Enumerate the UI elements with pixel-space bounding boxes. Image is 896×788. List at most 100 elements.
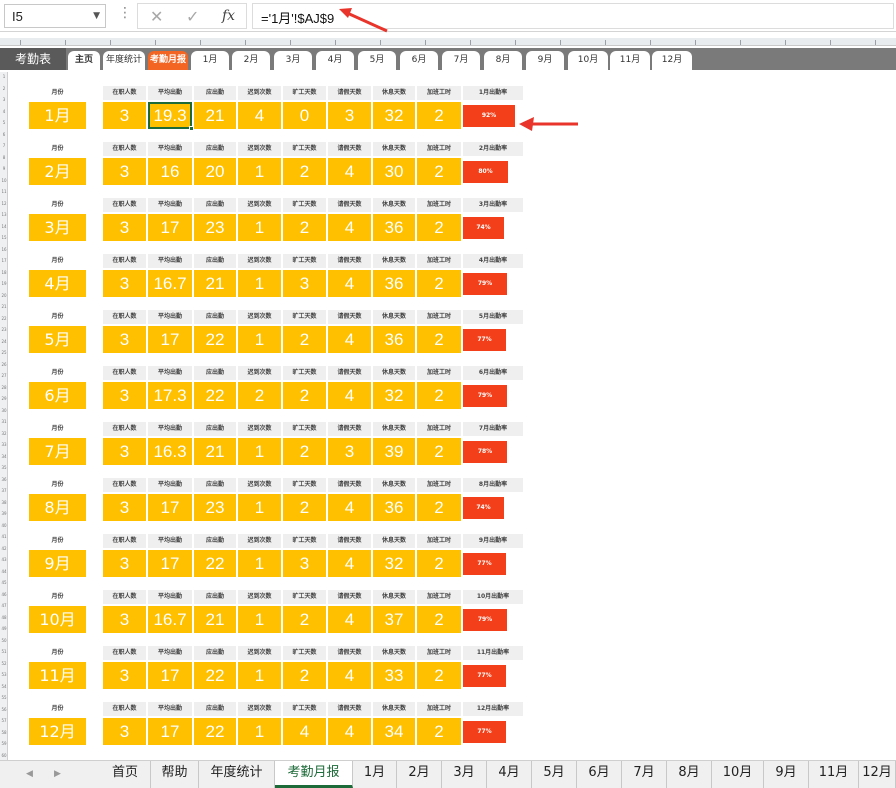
header-due[interactable]: 应出勤 (194, 366, 236, 380)
header-avg[interactable]: 平均出勤 (148, 534, 192, 548)
sheet-tab[interactable]: 1月 (353, 761, 397, 788)
nav-tab[interactable]: 6月 (400, 51, 438, 70)
header-due[interactable]: 应出勤 (194, 142, 236, 156)
header-absent[interactable]: 旷工天数 (283, 590, 326, 604)
header-staff[interactable]: 在职人数 (103, 534, 146, 548)
cell-due[interactable]: 22 (194, 550, 236, 577)
cell-avg[interactable]: 17 (148, 326, 192, 353)
name-box[interactable]: I5 ▼ (4, 4, 106, 28)
cell-due[interactable]: 23 (194, 214, 236, 241)
header-absent[interactable]: 旷工天数 (283, 366, 326, 380)
row-number[interactable]: 20 (0, 293, 8, 298)
header-rate[interactable]: 4月出勤率 (463, 254, 523, 268)
row-number[interactable]: 37 (0, 488, 8, 493)
header-late[interactable]: 迟到次数 (238, 366, 281, 380)
cell-month[interactable]: 2月 (29, 158, 86, 185)
header-due[interactable]: 应出勤 (194, 646, 236, 660)
header-overtime[interactable]: 加班工时 (417, 702, 461, 716)
sheet-tab[interactable]: 首页 (100, 761, 151, 788)
sheet-tab[interactable]: 7月 (622, 761, 667, 788)
cell-absent[interactable]: 2 (283, 606, 326, 633)
row-number[interactable]: 26 (0, 362, 8, 367)
header-month[interactable]: 月份 (29, 590, 86, 604)
header-month[interactable]: 月份 (29, 478, 86, 492)
row-number[interactable]: 48 (0, 615, 8, 620)
nav-tab[interactable]: 2月 (232, 51, 270, 70)
row-number[interactable]: 27 (0, 373, 8, 378)
cell-rest[interactable]: 30 (373, 158, 415, 185)
header-rest[interactable]: 休息天数 (373, 86, 415, 100)
cell-late[interactable]: 2 (238, 382, 281, 409)
header-staff[interactable]: 在职人数 (103, 254, 146, 268)
attendance-rate-bar[interactable]: 92% (463, 105, 515, 127)
cell-rest[interactable]: 37 (373, 606, 415, 633)
cell-absent[interactable]: 3 (283, 270, 326, 297)
row-number[interactable]: 11 (0, 189, 8, 194)
header-due[interactable]: 应出勤 (194, 478, 236, 492)
cell-leave[interactable]: 4 (328, 606, 371, 633)
header-leave[interactable]: 请假天数 (328, 702, 371, 716)
row-number[interactable]: 21 (0, 304, 8, 309)
sheet-tab[interactable]: 10月 (712, 761, 764, 788)
cell-due[interactable]: 22 (194, 326, 236, 353)
header-avg[interactable]: 平均出勤 (148, 590, 192, 604)
sheet-tab[interactable]: 帮助 (151, 761, 199, 788)
attendance-rate-bar[interactable]: 74% (463, 217, 504, 239)
row-number[interactable]: 7 (0, 143, 8, 148)
cell-absent[interactable]: 0 (283, 102, 326, 129)
cell-month[interactable]: 3月 (29, 214, 86, 241)
row-number[interactable]: 45 (0, 580, 8, 585)
cell-absent[interactable]: 2 (283, 494, 326, 521)
attendance-rate-bar[interactable]: 77% (463, 721, 506, 743)
cell-due[interactable]: 20 (194, 158, 236, 185)
header-avg[interactable]: 平均出勤 (148, 142, 192, 156)
cell-rest[interactable]: 32 (373, 102, 415, 129)
cell-absent[interactable]: 2 (283, 662, 326, 689)
sheet-tab[interactable]: 3月 (442, 761, 487, 788)
cell-avg[interactable]: 17 (148, 214, 192, 241)
cell-leave[interactable]: 4 (328, 718, 371, 745)
cell-month[interactable]: 11月 (29, 662, 86, 689)
row-number[interactable]: 6 (0, 132, 8, 137)
cell-avg[interactable]: 19.3 (148, 102, 192, 129)
row-number[interactable]: 49 (0, 626, 8, 631)
header-rest[interactable]: 休息天数 (373, 366, 415, 380)
cell-overtime[interactable]: 2 (417, 102, 461, 129)
header-late[interactable]: 迟到次数 (238, 254, 281, 268)
row-number[interactable]: 5 (0, 120, 8, 125)
cell-leave[interactable]: 4 (328, 550, 371, 577)
cell-due[interactable]: 22 (194, 718, 236, 745)
nav-tab[interactable]: 11月 (610, 51, 650, 70)
cell-late[interactable]: 1 (238, 270, 281, 297)
cell-overtime[interactable]: 2 (417, 662, 461, 689)
header-rest[interactable]: 休息天数 (373, 310, 415, 324)
cell-late[interactable]: 1 (238, 718, 281, 745)
cell-overtime[interactable]: 2 (417, 718, 461, 745)
row-number[interactable]: 8 (0, 155, 8, 160)
cell-late[interactable]: 1 (238, 662, 281, 689)
row-number[interactable]: 2 (0, 86, 8, 91)
header-due[interactable]: 应出勤 (194, 702, 236, 716)
header-absent[interactable]: 旷工天数 (283, 534, 326, 548)
header-late[interactable]: 迟到次数 (238, 422, 281, 436)
row-number[interactable]: 52 (0, 661, 8, 666)
header-late[interactable]: 迟到次数 (238, 198, 281, 212)
nav-tab[interactable]: 10月 (568, 51, 608, 70)
header-staff[interactable]: 在职人数 (103, 198, 146, 212)
header-leave[interactable]: 请假天数 (328, 646, 371, 660)
header-overtime[interactable]: 加班工时 (417, 646, 461, 660)
cell-month[interactable]: 8月 (29, 494, 86, 521)
cell-staff[interactable]: 3 (103, 382, 146, 409)
cell-rest[interactable]: 32 (373, 550, 415, 577)
cell-leave[interactable]: 4 (328, 382, 371, 409)
header-leave[interactable]: 请假天数 (328, 142, 371, 156)
cell-staff[interactable]: 3 (103, 270, 146, 297)
cell-absent[interactable]: 2 (283, 326, 326, 353)
header-absent[interactable]: 旷工天数 (283, 254, 326, 268)
header-month[interactable]: 月份 (29, 254, 86, 268)
row-number[interactable]: 23 (0, 327, 8, 332)
header-absent[interactable]: 旷工天数 (283, 422, 326, 436)
header-month[interactable]: 月份 (29, 534, 86, 548)
header-late[interactable]: 迟到次数 (238, 310, 281, 324)
chevron-down-icon[interactable]: ▼ (93, 11, 100, 21)
